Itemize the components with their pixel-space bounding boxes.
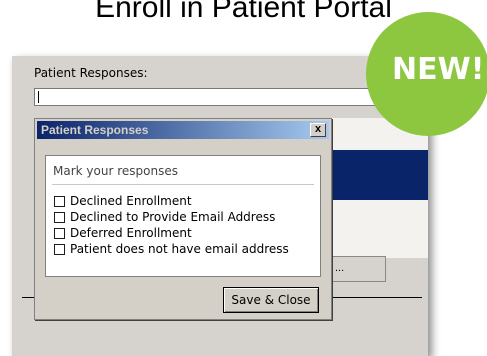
checkbox[interactable] — [54, 195, 65, 207]
checkbox[interactable] — [54, 227, 65, 239]
checkbox[interactable] — [54, 211, 65, 223]
patient-responses-input[interactable] — [34, 88, 418, 106]
option-label: Declined to Provide Email Address — [70, 210, 276, 224]
new-badge: NEW! — [366, 12, 487, 136]
patient-responses-label: Patient Responses: — [34, 66, 148, 80]
close-icon: x — [314, 123, 322, 135]
patient-responses-dialog: Patient Responses x Mark your responses … — [34, 118, 332, 320]
group-divider — [52, 184, 314, 185]
option-no-email[interactable]: Patient does not have email address — [54, 242, 289, 256]
save-close-button[interactable]: Save & Close — [223, 287, 319, 313]
separator-line-right — [332, 297, 422, 298]
dialog-title: Patient Responses — [41, 123, 149, 137]
option-deferred-enrollment[interactable]: Deferred Enrollment — [54, 226, 192, 240]
group-caption: Mark your responses — [53, 164, 178, 178]
option-declined-email[interactable]: Declined to Provide Email Address — [54, 210, 275, 224]
checkbox[interactable] — [54, 243, 65, 255]
selected-list-row[interactable] — [330, 150, 428, 200]
text-caret — [38, 91, 39, 103]
new-badge-label: NEW! — [392, 52, 485, 87]
option-declined-enrollment[interactable]: Declined Enrollment — [54, 194, 192, 208]
option-label: Deferred Enrollment — [70, 226, 192, 240]
close-button[interactable]: x — [310, 123, 326, 137]
option-label: Declined Enrollment — [70, 194, 192, 208]
dialog-titlebar[interactable]: Patient Responses x — [37, 121, 329, 139]
background-button[interactable]: ... — [330, 256, 386, 282]
option-label: Patient does not have email address — [70, 242, 289, 256]
responses-group: Mark your responses Declined Enrollment … — [45, 155, 321, 277]
